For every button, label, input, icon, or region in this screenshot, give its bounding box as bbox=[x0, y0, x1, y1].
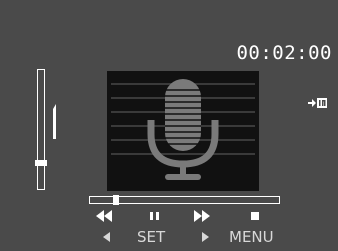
rewind-icon bbox=[96, 210, 112, 222]
volume-slider[interactable] bbox=[37, 69, 45, 190]
fast-forward-icon bbox=[194, 210, 210, 222]
playback-progress-knob[interactable] bbox=[113, 195, 119, 205]
volume-slider-knob[interactable] bbox=[35, 160, 47, 167]
rewind-button[interactable] bbox=[96, 210, 112, 222]
stop-button[interactable] bbox=[247, 210, 263, 222]
right-arrow-icon[interactable] bbox=[201, 232, 209, 242]
left-arrow-icon[interactable] bbox=[103, 232, 111, 242]
fast-forward-button[interactable] bbox=[194, 210, 210, 222]
menu-softkey[interactable]: MENU bbox=[229, 228, 274, 246]
line-in-icon bbox=[308, 98, 327, 108]
elapsed-time: 00:02:00 bbox=[236, 42, 332, 64]
pause-button[interactable] bbox=[147, 210, 163, 222]
microphone-icon bbox=[111, 79, 255, 180]
stop-icon bbox=[251, 212, 259, 220]
pause-icon bbox=[150, 212, 159, 220]
volume-level-icon bbox=[53, 104, 56, 139]
set-softkey[interactable]: SET bbox=[137, 228, 165, 246]
voice-recorder-screen: 00:02:00 SET MENU bbox=[0, 0, 338, 251]
playback-progress-bar[interactable] bbox=[89, 195, 280, 205]
